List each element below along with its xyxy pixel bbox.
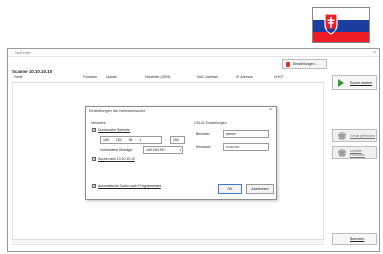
password-input[interactable]: •••••••••••: [223, 143, 269, 151]
search-after-checkbox[interactable]: ✓: [92, 157, 96, 161]
subnet-checkbox[interactable]: ✓: [92, 128, 96, 132]
start-search-label: Suche starten: [350, 80, 373, 85]
title-bar: NetFinder ×: [8, 49, 379, 57]
ip-range-dash: -: [165, 137, 167, 141]
column-header-device[interactable]: Gerät: [14, 75, 22, 79]
column-header-manufacturer[interactable]: Hersteller (OEM): [145, 75, 170, 79]
update-firmware-button[interactable]: Update Firmware: [332, 146, 377, 159]
subnet-checkbox-label: Durchsuche Subnetz:: [98, 128, 131, 132]
search-settings-dialog: Einstellungen der Netzwerksuche × Netzwe…: [85, 106, 277, 200]
globe-icon: [338, 132, 346, 140]
start-search-button[interactable]: Suche starten: [332, 75, 377, 90]
horizontal-scrollbar[interactable]: [12, 239, 324, 243]
existing-entries-label: Vorhandene Einträge:: [100, 148, 133, 152]
open-device-label: Gerät gefunden: [350, 133, 375, 138]
ip-dot-3: .: [135, 138, 137, 142]
gear-icon: [338, 149, 346, 157]
settings-icon: [286, 62, 290, 67]
slovakia-flag-icon: [312, 7, 370, 43]
ip-dot-2: .: [124, 138, 126, 142]
network-section-title: Netzwerk: [91, 121, 106, 125]
ip-octet-3: 55: [128, 138, 133, 142]
column-header-mac[interactable]: MAC-Adresse: [197, 75, 218, 79]
device-table-header: Gerät Firmware Update Hersteller (OEM) M…: [12, 74, 324, 83]
cs141-section-title: CS141 Einstellungen: [194, 121, 227, 125]
search-after-label: Suche nach 10.10.10.10: [98, 157, 135, 161]
user-label: Benutzer:: [196, 132, 211, 136]
exit-button[interactable]: Beenden: [332, 233, 377, 245]
ip-start-field[interactable]: 169 . 254 . 55 . 1: [100, 136, 162, 144]
dialog-close-icon[interactable]: ×: [269, 107, 272, 113]
status-bar: [12, 244, 324, 251]
column-header-firmware[interactable]: Firmware: [83, 75, 97, 79]
cancel-button[interactable]: Abbrechen: [246, 184, 274, 194]
column-header-ip[interactable]: IP-Adresse: [236, 75, 253, 79]
window-close-icon[interactable]: ×: [373, 49, 376, 57]
open-device-button[interactable]: Gerät gefunden: [332, 129, 377, 142]
dialog-title: Einstellungen der Netzwerksuche: [89, 109, 146, 113]
exit-label: Beenden: [350, 237, 365, 241]
auto-search-checkbox[interactable]: ✓: [92, 184, 96, 188]
scan-status-row: Scanne 10.10.10.10: [12, 60, 327, 74]
ok-button[interactable]: OK: [218, 184, 242, 194]
ip-octet-1: 169: [103, 138, 109, 142]
window-title: NetFinder: [15, 51, 31, 55]
update-firmware-label: Update Firmware: [350, 148, 365, 157]
ip-octet-2: 254: [115, 138, 122, 142]
play-icon: [338, 79, 344, 87]
chevron-down-icon: ▾: [179, 148, 181, 152]
settings-button-label: Einstellungen ...: [293, 62, 319, 66]
user-input[interactable]: admin: [223, 130, 269, 138]
coat-of-arms-icon: [324, 13, 338, 35]
ip-octet-4: 1: [139, 138, 142, 142]
existing-entries-select[interactable]: 169.254.55.* ▾: [143, 146, 183, 154]
ip-range-end-field[interactable]: 254: [170, 136, 185, 144]
ip-dot-1: .: [111, 138, 113, 142]
existing-entries-value: 169.254.55.*: [146, 148, 166, 152]
column-header-dhcp[interactable]: DHCP: [274, 75, 284, 79]
password-label: Kennwort:: [196, 145, 212, 149]
settings-button[interactable]: Einstellungen ...: [282, 59, 327, 69]
column-header-update[interactable]: Update: [106, 75, 117, 79]
auto-search-label: Automatische Suche nach Programmstart: [98, 184, 161, 188]
